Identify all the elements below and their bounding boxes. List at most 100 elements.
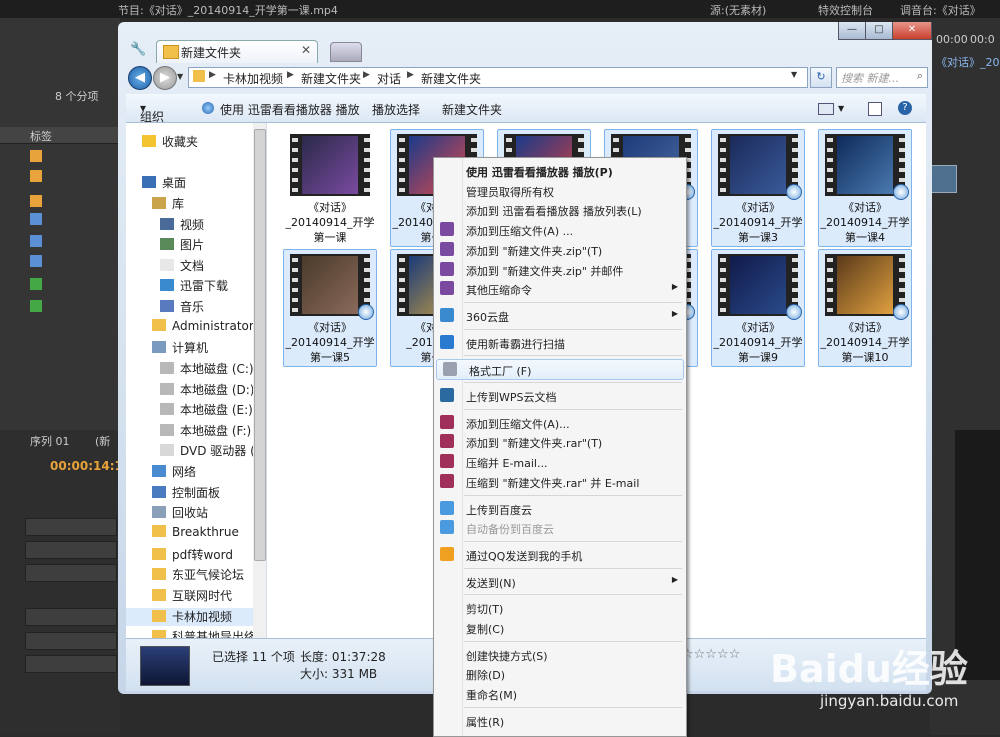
- file-item[interactable]: 《对话》 _20140914_开学 第一课5: [283, 249, 377, 367]
- menu-item[interactable]: 压缩并 E-mail...: [434, 452, 686, 471]
- menu-item[interactable]: 发送到(N) ▶: [434, 572, 686, 591]
- nav-item[interactable]: 收藏夹: [142, 133, 198, 151]
- breadcrumb-separator-icon[interactable]: ▶: [287, 70, 294, 80]
- nav-item[interactable]: Breakthrue: [152, 525, 239, 543]
- breadcrumb-separator-icon[interactable]: ▶: [209, 70, 216, 80]
- nav-item[interactable]: 网络: [152, 463, 196, 481]
- breadcrumb-separator-icon[interactable]: ▶: [407, 70, 414, 80]
- file-item[interactable]: 《对话》_20140914_开学第一课: [283, 129, 377, 247]
- menu-item[interactable]: 剪切(T): [434, 598, 686, 617]
- tab-new-folder[interactable]: 新建文件夹 ✕: [156, 40, 318, 63]
- menu-item[interactable]: 复制(C): [434, 618, 686, 637]
- back-button[interactable]: ◀: [128, 66, 152, 90]
- source-tab[interactable]: 源:(无素材): [710, 2, 766, 18]
- video-track[interactable]: [25, 541, 117, 559]
- menu-item[interactable]: 通过QQ发送到我的手机: [434, 545, 686, 564]
- nav-scrollbar[interactable]: [253, 123, 266, 638]
- play-selection-button[interactable]: 播放选择: [372, 101, 420, 118]
- effect-controls-tab[interactable]: 特效控制台: [818, 2, 873, 18]
- wrench-icon[interactable]: 🔧: [130, 42, 146, 58]
- search-input[interactable]: 搜索 新建... ⌕: [836, 67, 928, 88]
- menu-item[interactable]: 使用 迅雷看看播放器 播放(P): [434, 161, 686, 180]
- new-folder-button[interactable]: 新建文件夹: [442, 101, 502, 118]
- nav-item[interactable]: DVD 驱动器 (G: [160, 442, 264, 460]
- menu-item[interactable]: 其他压缩命令 ▶: [434, 279, 686, 298]
- menu-item[interactable]: 360云盘 ▶: [434, 306, 686, 325]
- play-with-button[interactable]: 使用 迅雷看看播放器 播放: [220, 101, 360, 118]
- program-tab[interactable]: 节目:《对话》_20140914_开学第一课.mp4: [118, 2, 338, 18]
- audio-track[interactable]: [25, 632, 117, 650]
- breadcrumb-item[interactable]: 对话: [377, 70, 401, 87]
- breadcrumb-item[interactable]: 新建文件夹: [301, 70, 361, 87]
- menu-item[interactable]: 上传到WPS云文档: [434, 386, 686, 405]
- sequence-tab[interactable]: 序列 01: [30, 433, 70, 449]
- menu-item[interactable]: 使用新毒霸进行扫描: [434, 333, 686, 352]
- nav-item[interactable]: 计算机: [152, 339, 208, 357]
- organize-menu[interactable]: 组织 ▾: [140, 101, 164, 124]
- minimize-button[interactable]: —: [838, 22, 866, 40]
- nav-item[interactable]: 东亚气候论坛: [152, 566, 244, 584]
- view-options-icon[interactable]: [818, 103, 834, 115]
- menu-item[interactable]: 自动备份到百度云: [434, 518, 686, 537]
- menu-item[interactable]: 格式工厂 (F): [436, 359, 684, 381]
- sequence-tab-2[interactable]: (新: [95, 433, 110, 449]
- nav-item[interactable]: 桌面: [142, 174, 186, 192]
- nav-item[interactable]: 图片: [160, 236, 204, 254]
- refresh-button[interactable]: ↻: [810, 67, 832, 88]
- menu-item[interactable]: 添加到 迅雷看看播放器 播放列表(L): [434, 200, 686, 219]
- file-item[interactable]: 《对话》 _20140914_开学 第一课9: [711, 249, 805, 367]
- nav-item[interactable]: Administrator: [152, 319, 254, 337]
- breadcrumb-item[interactable]: 卡林加视频: [223, 70, 283, 87]
- menu-item[interactable]: 上传到百度云: [434, 499, 686, 518]
- nav-item[interactable]: 卡林加视频: [126, 608, 266, 626]
- nav-item[interactable]: 迅雷下载: [160, 277, 228, 295]
- nav-item[interactable]: 音乐: [160, 298, 204, 316]
- menu-item[interactable]: 重命名(M): [434, 684, 686, 703]
- breadcrumb-item[interactable]: 新建文件夹: [421, 70, 481, 87]
- menu-item[interactable]: 管理员取得所有权: [434, 181, 686, 200]
- nav-item[interactable]: 本地磁盘 (C:): [160, 360, 254, 378]
- menu-item[interactable]: 属性(R): [434, 711, 686, 730]
- audio-track[interactable]: [25, 608, 117, 626]
- menu-item[interactable]: 添加到 "新建文件夹.rar"(T): [434, 432, 686, 451]
- close-button[interactable]: ✕: [892, 22, 932, 40]
- menu-item[interactable]: 创建快捷方式(S): [434, 645, 686, 664]
- nav-item[interactable]: 控制面板: [152, 484, 220, 502]
- help-icon[interactable]: ?: [898, 101, 912, 115]
- new-tab-button[interactable]: [330, 42, 362, 62]
- menu-item[interactable]: 添加到 "新建文件夹.zip" 并邮件: [434, 260, 686, 279]
- menu-item[interactable]: 删除(D): [434, 664, 686, 683]
- address-dropdown-icon[interactable]: ▼: [791, 70, 797, 79]
- mixer-tab[interactable]: 调音台:《对话》: [900, 2, 981, 18]
- search-icon[interactable]: ⌕: [917, 69, 923, 83]
- video-track[interactable]: [25, 518, 117, 536]
- view-dropdown-icon[interactable]: ▼: [838, 104, 844, 113]
- address-input[interactable]: ▶ 卡林加视频 ▶ 新建文件夹 ▶ 对话 ▶ 新建文件夹 ▼: [188, 67, 808, 88]
- nav-item[interactable]: 库: [152, 195, 184, 213]
- nav-item[interactable]: 回收站: [152, 504, 208, 522]
- history-dropdown-icon[interactable]: ▼: [177, 72, 183, 81]
- close-tab-icon[interactable]: ✕: [301, 43, 311, 57]
- nav-item[interactable]: 科普基地导出终转: [152, 628, 266, 638]
- nav-item[interactable]: 本地磁盘 (E:): [160, 401, 253, 419]
- nav-item[interactable]: 本地磁盘 (F:): [160, 422, 251, 440]
- nav-item[interactable]: 互联网时代: [152, 587, 232, 605]
- menu-item[interactable]: 压缩到 "新建文件夹.rar" 并 E-mail: [434, 472, 686, 491]
- rating-stars[interactable]: ☆☆☆☆☆: [682, 647, 740, 662]
- breadcrumb-separator-icon[interactable]: ▶: [363, 70, 370, 80]
- nav-item[interactable]: pdf转word: [152, 546, 233, 564]
- scrollbar-thumb[interactable]: [254, 129, 266, 561]
- nav-item[interactable]: 本地磁盘 (D:): [160, 381, 254, 399]
- file-item[interactable]: 《对话》 _20140914_开学 第一课10: [818, 249, 912, 367]
- video-track[interactable]: [25, 564, 117, 582]
- menu-item[interactable]: 添加到压缩文件(A)...: [434, 413, 686, 432]
- menu-item[interactable]: 添加到压缩文件(A) ...: [434, 220, 686, 239]
- nav-item[interactable]: 视频: [160, 216, 204, 234]
- menu-item[interactable]: 添加到 "新建文件夹.zip"(T): [434, 240, 686, 259]
- forward-button[interactable]: ▶: [153, 66, 177, 90]
- preview-pane-icon[interactable]: [868, 102, 882, 116]
- file-item[interactable]: 《对话》 _20140914_开学 第一课3: [711, 129, 805, 247]
- maximize-button[interactable]: □: [865, 22, 893, 40]
- audio-track[interactable]: [25, 655, 117, 673]
- nav-item[interactable]: 文档: [160, 257, 204, 275]
